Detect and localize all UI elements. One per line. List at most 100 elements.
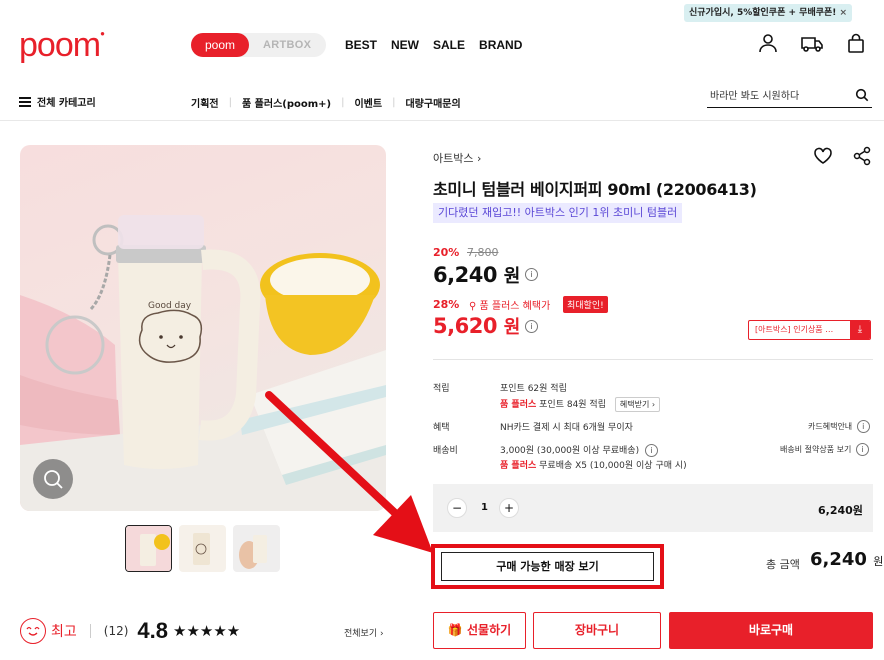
gift-button[interactable]: 🎁 선물하기 <box>433 612 526 649</box>
user-icon[interactable] <box>757 32 779 54</box>
heart-icon[interactable] <box>813 146 833 166</box>
total-price: 6,240 원 <box>810 549 883 570</box>
main-nav: BEST NEW SALE BRAND <box>345 38 522 52</box>
plus-shipping-row: 품 플러스 무료배송 X5 (10,000원 이상 구매 시) <box>500 458 687 471</box>
plus-points-row: 품 플러스 포인트 84원 적립 혜택받기 › <box>500 397 661 412</box>
total-price-value: 6,240 <box>810 549 867 570</box>
nav-brand[interactable]: BRAND <box>479 38 522 52</box>
add-to-cart-button[interactable]: 장바구니 <box>533 612 661 649</box>
subnav-poom-plus[interactable]: 품 플러스(poom+) <box>242 95 331 110</box>
review-count: (12) <box>103 624 129 638</box>
restock-tagline: 기다렸던 재입고!! 아트박스 인기 1위 초미니 텀블러 <box>433 203 683 223</box>
info-icon: i <box>855 443 869 456</box>
buy-now-button[interactable]: 바로구매 <box>669 612 873 649</box>
rating-divider <box>89 624 91 638</box>
nav-new[interactable]: NEW <box>391 38 419 52</box>
original-price: 7,800 <box>467 246 499 259</box>
shipping-fee-text: 3,000원 (30,000원 이상 무료배송) <box>500 446 640 456</box>
card-benefit-text: 카드혜택안내 <box>808 422 853 431</box>
promo-close-icon[interactable]: × <box>839 4 847 22</box>
subnav-promotions[interactable]: 기획전 <box>191 95 219 110</box>
benefit-value: NH카드 결제 시 최대 6개월 무이자 <box>500 423 633 433</box>
plus-price: 5,620 원 <box>433 313 520 339</box>
total-label: 총 금액 <box>766 558 800 571</box>
shipping-saver-text: 배송비 절약상품 보기 <box>780 445 852 454</box>
artbox-toggle-option[interactable]: ARTBOX <box>263 33 311 57</box>
view-all-reviews-link[interactable]: 전체보기 › <box>344 626 384 639</box>
info-icon[interactable]: i <box>525 268 538 281</box>
shopping-bag-icon[interactable] <box>845 32 867 54</box>
category-menu[interactable]: 전체 카테고리 <box>19 94 96 109</box>
shipping-saver-link[interactable]: 배송비 절약상품 보기 i <box>780 443 869 456</box>
increase-quantity-button[interactable]: + <box>499 498 519 518</box>
poom-plus-tag: 품 플러스 <box>500 461 537 471</box>
category-menu-label: 전체 카테고리 <box>37 98 96 109</box>
plus-points-value: 포인트 84원 적립 <box>539 400 606 410</box>
search-bar <box>707 86 872 108</box>
sale-price-value: 6,240 <box>433 263 497 287</box>
poom-logo[interactable]: poom● <box>19 28 105 62</box>
product-title: 초미니 텀블러 베이지퍼피 90ml (22006413) <box>433 180 757 199</box>
smile-face-icon <box>20 618 46 644</box>
card-benefit-link[interactable]: 카드혜택안내 i <box>808 420 870 433</box>
info-icon[interactable]: i <box>644 444 658 457</box>
plus-discount-rate: 28% <box>433 298 460 311</box>
quantity-value[interactable]: 1 <box>481 502 488 513</box>
nav-sale[interactable]: SALE <box>433 38 465 52</box>
annotation-highlight-box: 구매 가능한 매장 보기 <box>431 544 664 589</box>
info-icon[interactable]: i <box>525 320 538 333</box>
thumbnail-1[interactable] <box>125 525 172 572</box>
poom-plus-text: 품 플러스 혜택가 <box>479 301 551 312</box>
currency-unit: 원 <box>873 555 884 568</box>
view-available-stores-button[interactable]: 구매 가능한 매장 보기 <box>441 552 654 581</box>
brand-toggle[interactable]: poom ARTBOX <box>191 33 326 57</box>
share-icon[interactable] <box>852 146 872 166</box>
sub-nav: 기획전 | 품 플러스(poom+) | 이벤트 | 대량구매문의 <box>191 95 461 110</box>
download-icon: ⤓ <box>850 321 870 339</box>
coupon-text: [아트박스] 인기상품 … <box>755 325 834 334</box>
tumbler-print-text: Good day <box>148 301 192 311</box>
header-divider <box>0 120 884 121</box>
rating-summary: 최고 (12) 4.8 ★★★★★ <box>20 618 240 644</box>
get-benefit-button[interactable]: 혜택받기 › <box>614 397 661 412</box>
currency-unit: 원 <box>503 317 521 338</box>
points-value: 포인트 62원 적립 <box>500 384 567 394</box>
plus-shipping-value: 무료배송 X5 (10,000원 이상 구매 시) <box>539 461 687 471</box>
search-icon[interactable] <box>855 88 869 102</box>
hamburger-icon <box>19 96 31 107</box>
annotation-arrow-icon <box>265 391 433 553</box>
poom-toggle-option[interactable]: poom <box>191 33 249 57</box>
subnav-bulk-inquiry[interactable]: 대량구매문의 <box>405 95 460 110</box>
poom-plus-icon: ⚲ <box>469 301 477 312</box>
promo-text: 신규가입시, 5%할인쿠폰 + 무배쿠폰! <box>689 8 837 18</box>
brand-link[interactable]: 아트박스 › <box>433 150 481 166</box>
poom-plus-tag: 품 플러스 <box>500 400 537 410</box>
sale-price: 6,240 원 <box>433 262 520 288</box>
line-price: 6,240원 <box>818 504 863 517</box>
zoom-button[interactable] <box>33 459 73 499</box>
thumbnail-2[interactable] <box>179 525 226 572</box>
info-divider <box>433 359 873 360</box>
gift-button-label: 선물하기 <box>466 623 512 637</box>
rating-label: 최고 <box>51 624 77 640</box>
rating-score: 4.8 <box>137 618 168 643</box>
max-discount-badge: 최대할인! <box>563 296 608 313</box>
nav-best[interactable]: BEST <box>345 38 377 52</box>
thumbnail-image <box>126 526 171 571</box>
search-input[interactable] <box>707 86 847 106</box>
decrease-quantity-button[interactable]: − <box>447 498 467 518</box>
gift-icon: 🎁 <box>447 623 463 637</box>
truck-icon[interactable] <box>800 32 824 54</box>
thumbnail-image <box>179 525 226 572</box>
subnav-events[interactable]: 이벤트 <box>354 95 382 110</box>
discount-rate: 20% <box>433 246 460 259</box>
currency-unit: 원 <box>503 266 521 287</box>
shipping-value: 3,000원 (30,000원 이상 무료배송) i <box>500 443 658 457</box>
plus-price-value: 5,620 <box>433 314 497 338</box>
magnifier-icon <box>44 470 63 489</box>
coupon-download-button[interactable]: [아트박스] 인기상품 … ⤓ <box>748 320 871 340</box>
star-rating-icon: ★★★★★ <box>173 622 241 640</box>
info-icon: i <box>856 420 870 433</box>
poom-plus-label: ⚲ 품 플러스 혜택가 <box>469 297 550 312</box>
promo-banner[interactable]: 신규가입시, 5%할인쿠폰 + 무배쿠폰! × <box>684 4 852 22</box>
